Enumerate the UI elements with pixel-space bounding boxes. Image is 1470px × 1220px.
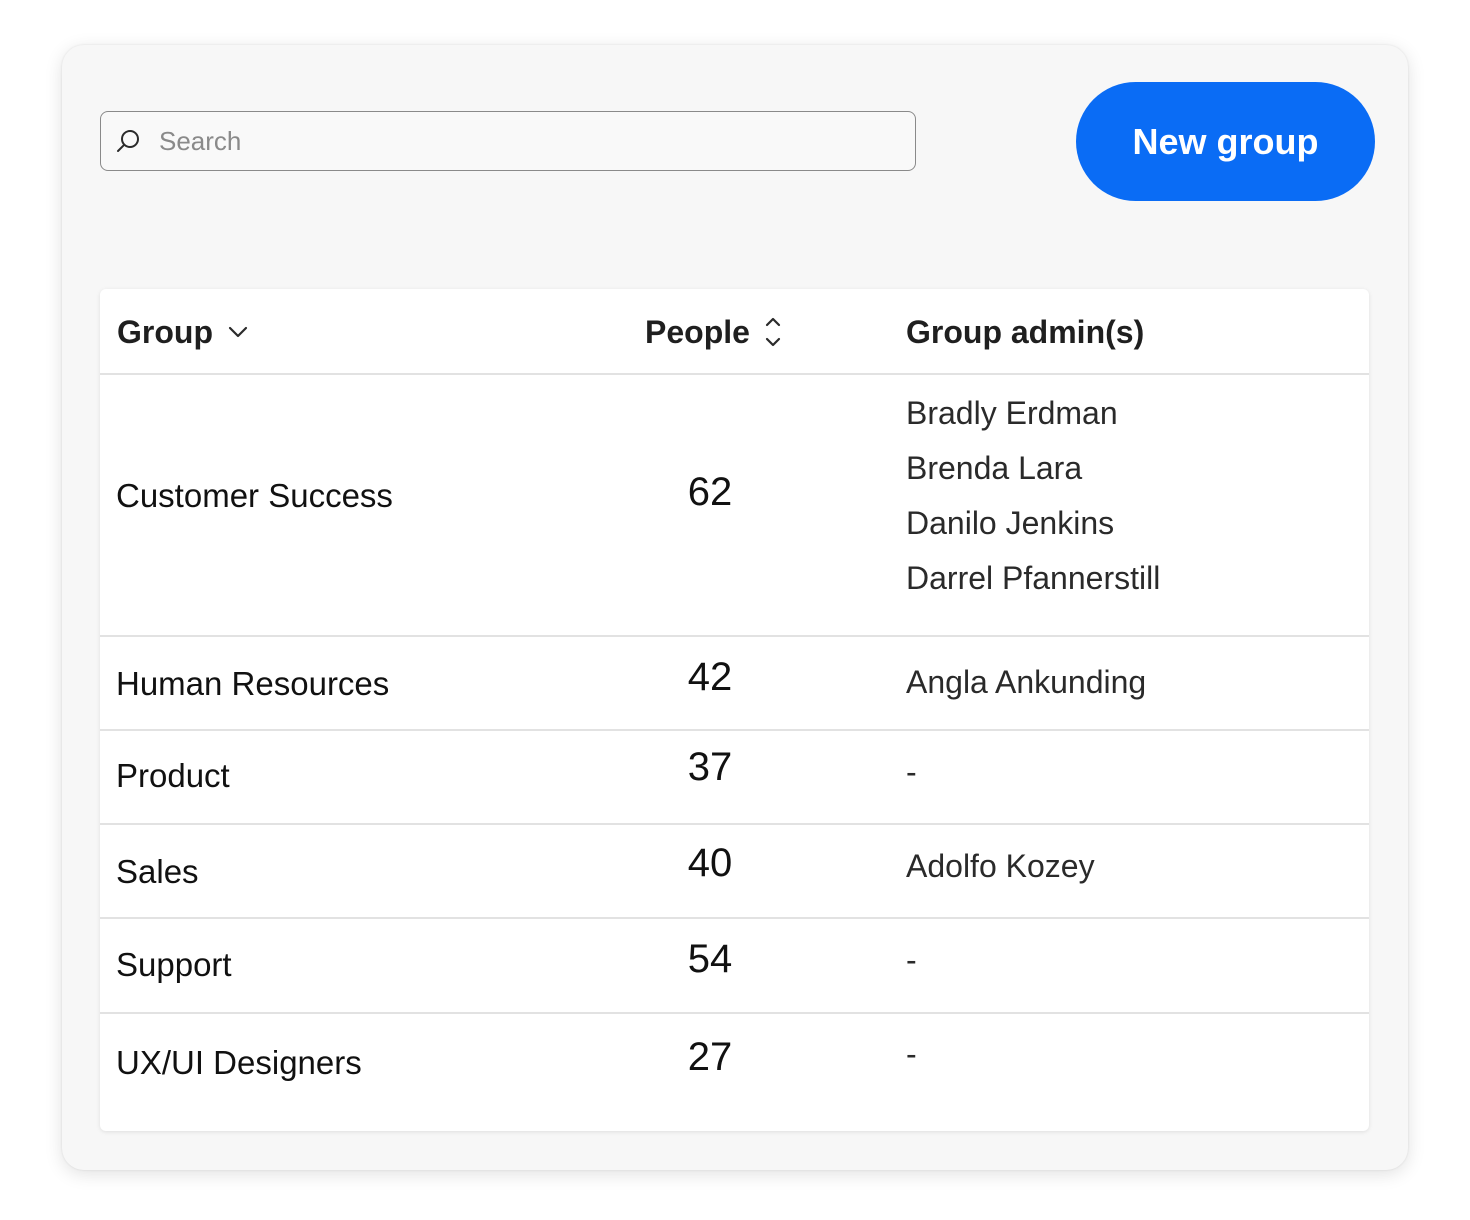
group-name-cell: Customer Success bbox=[116, 477, 393, 514]
group-admins-cell: Adolfo Kozey bbox=[906, 839, 1095, 894]
column-header-people-label: People bbox=[645, 313, 750, 350]
people-count-cell: 62 bbox=[687, 470, 733, 514]
people-count-cell: 54 bbox=[687, 937, 733, 981]
admin-name: - bbox=[906, 942, 917, 978]
group-name-cell: Human Resources bbox=[116, 665, 390, 702]
group-admins-cell: Angla Ankunding bbox=[906, 655, 1146, 710]
column-header-people[interactable]: People bbox=[645, 289, 782, 375]
table-row[interactable]: Human Resources 42 Angla Ankunding bbox=[100, 637, 1369, 731]
table-row[interactable]: Customer Success 62 Bradly Erdman Brenda… bbox=[100, 377, 1369, 637]
search-input[interactable] bbox=[159, 125, 899, 157]
group-admins-cell: - bbox=[906, 745, 917, 800]
group-admins-cell: Bradly Erdman Brenda Lara Danilo Jenkins… bbox=[906, 386, 1160, 606]
table-row[interactable]: Product 37 - bbox=[100, 731, 1369, 825]
people-count-cell: 40 bbox=[687, 841, 733, 885]
group-admins-cell: - bbox=[906, 1027, 917, 1082]
table-row[interactable]: Support 54 - bbox=[100, 919, 1369, 1014]
admin-name: Bradly Erdman bbox=[906, 395, 1118, 431]
admin-name: - bbox=[906, 1036, 917, 1072]
people-count-cell: 42 bbox=[687, 655, 733, 699]
chevron-down-icon bbox=[227, 325, 249, 339]
admin-name: Darrel Pfannerstill bbox=[906, 560, 1161, 596]
new-group-button[interactable]: New group bbox=[1076, 82, 1375, 201]
group-admins-cell: - bbox=[906, 933, 917, 988]
group-name-cell: Support bbox=[116, 946, 232, 983]
table-row[interactable]: Sales 40 Adolfo Kozey bbox=[100, 825, 1369, 919]
table-header: Group People Group admin(s) bbox=[100, 289, 1369, 375]
search-box[interactable] bbox=[100, 111, 916, 171]
admin-name: Adolfo Kozey bbox=[906, 848, 1095, 884]
column-header-admins-label: Group admin(s) bbox=[906, 313, 1145, 350]
group-name-cell: UX/UI Designers bbox=[116, 1044, 362, 1081]
column-header-admins: Group admin(s) bbox=[906, 289, 1144, 375]
table-row[interactable]: UX/UI Designers 27 - bbox=[100, 1014, 1369, 1131]
admin-name: - bbox=[906, 754, 917, 790]
groups-panel: New group Group People bbox=[62, 45, 1408, 1170]
column-header-group[interactable]: Group bbox=[117, 289, 249, 375]
people-count-cell: 27 bbox=[687, 1035, 733, 1079]
admin-name: Brenda Lara bbox=[906, 450, 1083, 486]
admin-name: Angla Ankunding bbox=[906, 664, 1147, 700]
search-icon bbox=[113, 126, 143, 156]
group-name-cell: Sales bbox=[116, 853, 199, 890]
column-header-group-label: Group bbox=[117, 313, 213, 350]
groups-table: Group People Group admin(s) Customer Suc… bbox=[100, 289, 1369, 1131]
group-name-cell: Product bbox=[116, 757, 230, 794]
people-count-cell: 37 bbox=[687, 745, 733, 789]
sort-updown-icon bbox=[764, 314, 782, 350]
admin-name: Danilo Jenkins bbox=[906, 505, 1115, 541]
